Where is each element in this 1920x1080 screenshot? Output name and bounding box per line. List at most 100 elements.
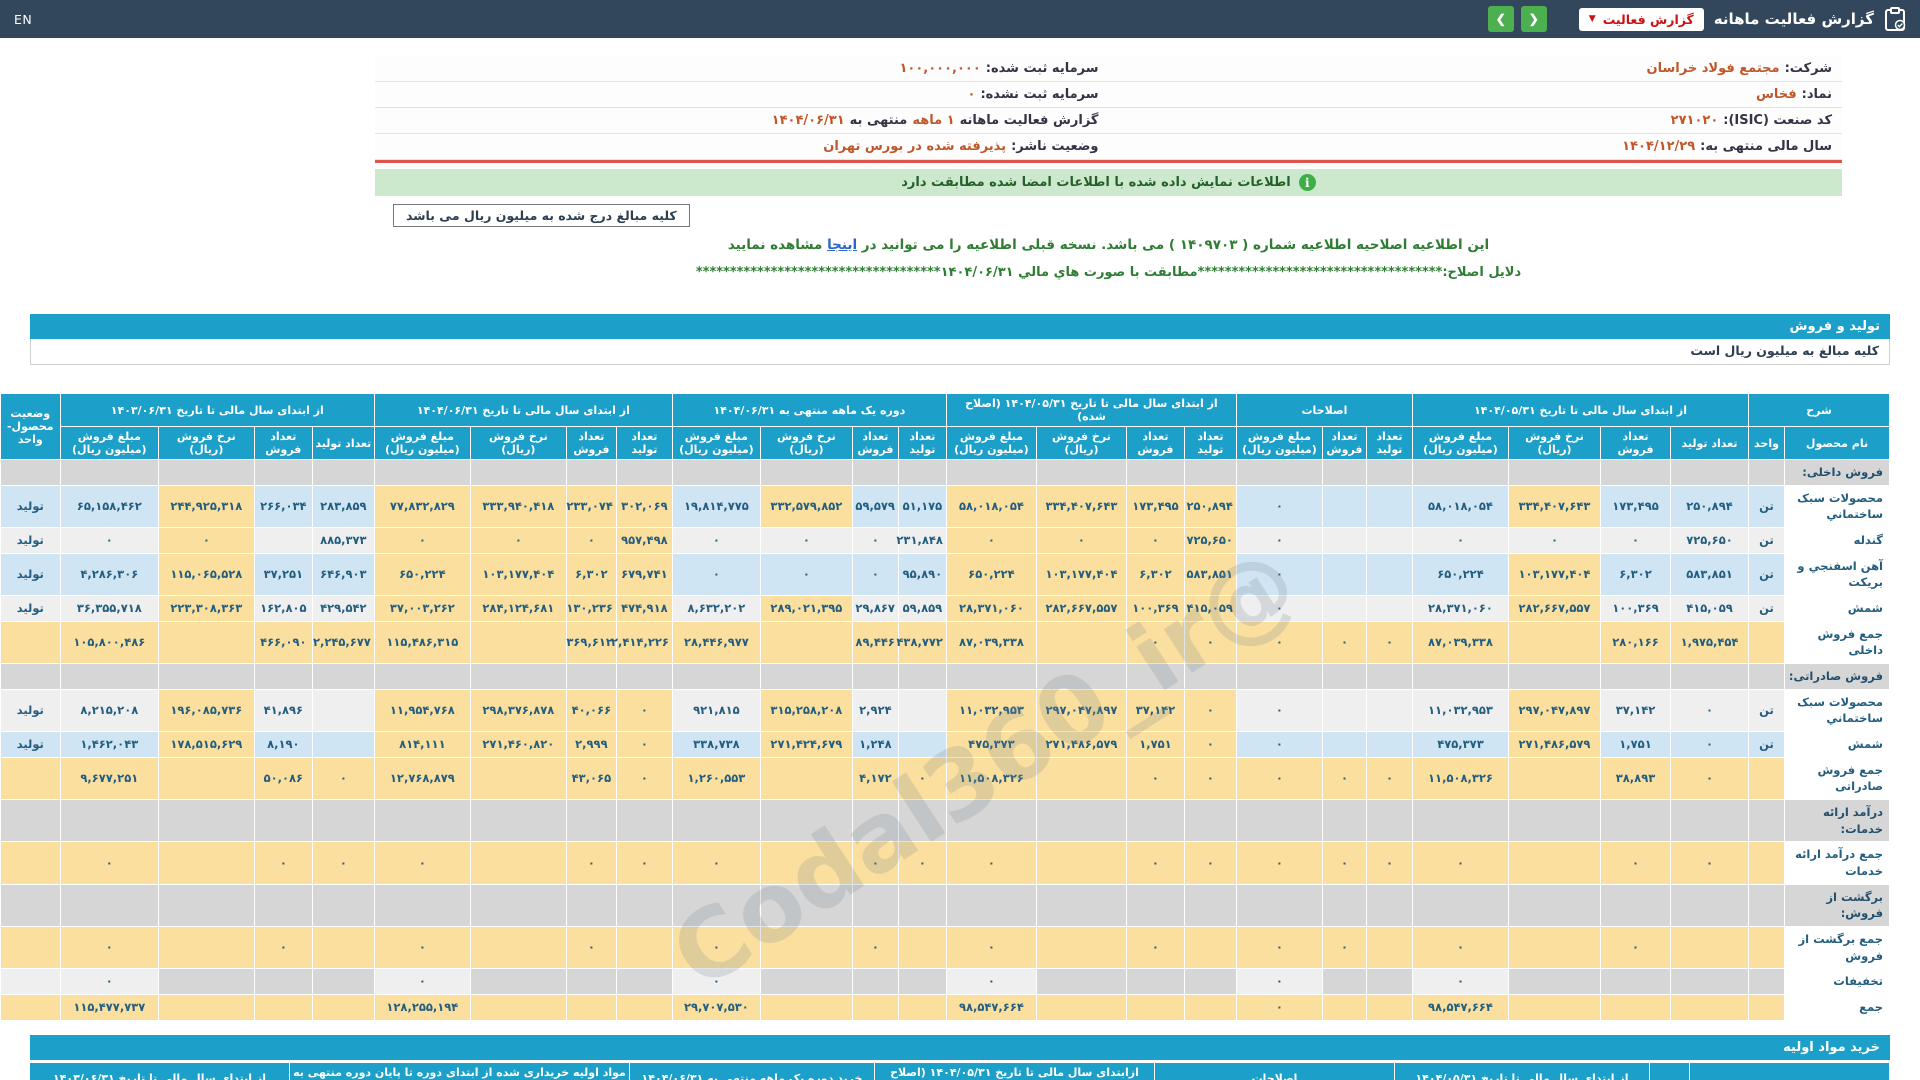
top-navigation-bar: گزارش فعالیت ماهانه گزارش فعالیت ▼ ❮ ❯ E… [0,0,1920,38]
table-cell: ۰ [1411,968,1510,996]
table-cell [1035,968,1127,996]
previous-report-button[interactable]: ❮ [1487,6,1514,32]
amounts-unit-row: کلیه مبالغ به میلیون ریال است [30,339,1890,365]
table-cell: ۲۵۰,۸۹۴ [1670,484,1749,529]
table-cell: ۰ [671,527,761,554]
notice-text: اطلاعات نمایش داده شده با اطلاعات امضا ش… [901,175,1291,190]
table-cell: ۲۲۳,۳۰۸,۳۶۳ [157,595,255,622]
table-cell [1321,552,1367,597]
table-cell [1748,968,1785,996]
table-cell: ۰ [1183,841,1237,885]
amendment-reasons: دلایل اصلاح:****************************… [695,265,1522,280]
info-label: شرکت: [1784,61,1832,76]
table-cell: ۰ [1235,841,1323,885]
table-cell [157,756,255,801]
table-cell [157,663,255,690]
table-cell: ۳۷,۱۴۲ [1125,688,1185,733]
table-cell: ۰ [1183,756,1237,801]
info-value: مجتمع فولاد خراسان [1646,61,1780,76]
report-type-dropdown[interactable]: گزارش فعالیت ▼ [1578,7,1704,31]
table-cell [759,756,853,801]
table-cell: ۰ [1365,620,1413,665]
table-cell [157,620,255,665]
column-header: نرخ فروش (ریال) [1035,426,1127,460]
table-cell [1125,663,1185,690]
table-cell: ۵۸,۰۱۸,۰۵۴ [1411,484,1510,529]
table-cell: ۰ [373,926,471,970]
column-group-header: خرید دوره یک ماهه منتهی به ۱۴۰۴/۰۶/۳۱ [629,1061,875,1080]
info-label: کد صنعت (ISIC): [1723,113,1832,128]
table-cell: ۳۷,۲۵۱ [253,552,313,597]
table-cell: ۰ [671,841,761,885]
table-cell: ۵۹,۵۷۹ [851,484,899,529]
column-group-header: مواد اولیه خریداری شده از ابتدای دوره تا… [289,1061,630,1080]
page-title: گزارش فعالیت ماهانه [1713,10,1874,28]
table-cell [1600,663,1671,690]
table-cell: ۰ [1365,756,1413,801]
section-label: فروش داخلی: [1784,459,1890,486]
table-cell [1748,459,1785,486]
table-cell: تن [1748,527,1785,554]
column-header: مبلغ فروش (میلیون ریال) [1235,426,1323,460]
table-cell [945,799,1037,843]
previous-version-link[interactable]: اینجا [827,237,857,253]
table-cell: ۰ [615,731,673,758]
table-cell: ۰ [1321,756,1367,801]
table-cell: ۰ [851,527,899,554]
table-cell [1235,883,1323,928]
table-cell: ۴۱,۸۹۶ [253,688,313,733]
table-cell [1125,799,1185,843]
table-cell [1183,883,1237,928]
table-cell [1365,688,1413,733]
table-row: آهن اسفنجي و بریکت تن ۵۸۳,۸۵۱ ۶,۳۰۲ ۱۰۳,۱۷۷,… [0,552,1890,597]
table-cell: ۲۹۸,۳۷۶,۸۷۸ [469,688,567,733]
table-cell: ۶,۳۰۲ [1125,552,1185,597]
table-cell [1321,731,1367,758]
table-cell: ۴۱۵,۰۵۹ [1183,595,1237,622]
next-report-button[interactable]: ❯ [1520,6,1547,32]
table-cell [1748,756,1785,801]
table-cell: تن [1748,484,1785,529]
language-switch-link[interactable]: EN [14,12,32,27]
table-cell [0,968,61,996]
info-value: ۱۰۰,۰۰۰,۰۰۰ [899,61,981,76]
table-cell [469,841,567,885]
table-cell: ۰ [311,841,375,885]
table-cell [373,459,471,486]
row-label: شمش [1784,595,1890,622]
table-cell: ۲,۲۴۵,۶۷۷ [311,620,375,665]
table-cell [1670,883,1749,928]
table-cell: ۶۵۰,۲۲۴ [1411,552,1510,597]
table-cell [1365,799,1413,843]
table-cell [253,663,313,690]
table-cell [1508,799,1601,843]
table-cell: ۱۲۸,۲۵۵,۱۹۴ [373,994,471,1021]
table-cell: ۰ [1411,841,1510,885]
table-cell: ۸,۲۱۵,۲۰۸ [59,688,159,733]
table-cell [1035,883,1127,928]
info-label: سرمایه ثبت شده: [985,61,1099,76]
table-cell: ۳۳۸,۷۳۸ [671,731,761,758]
table-cell [1508,620,1601,665]
table-cell: ۲۴۴,۹۲۵,۳۱۸ [157,484,255,529]
table-cell [1321,484,1367,529]
table-cell: ۲۹۷,۰۴۷,۸۹۷ [1035,688,1127,733]
table-cell: ۸۹,۴۴۶ [851,620,899,665]
table-cell [565,663,617,690]
column-header: نرخ فروش (ریال) [1508,426,1601,460]
company-info-row: شرکت: مجتمع فولاد خراسان [1108,56,1842,82]
table-row: محصولات سبک ساختماني تن ۰ ۳۷,۱۴۲ ۲۹۷,۰۴۷,۸۹۷… [0,688,1890,733]
amendment-note-suffix: مشاهده نمایید [727,237,828,253]
column-header: تعداد تولید [1365,426,1413,460]
table-cell: ۰ [1183,688,1237,733]
table-cell [1321,799,1367,843]
table-cell [0,663,61,690]
table-cell [157,926,255,970]
table-cell: ۰ [945,926,1037,970]
table-row: تخفیفات ۰ ۰ ۰ ۰ ۰ ۰ [0,968,1890,996]
table-cell: ۶,۳۰۲ [565,552,617,597]
table-cell [253,527,313,554]
table-cell: ۱۲,۷۶۸,۸۷۹ [373,756,471,801]
table-cell: ۱۱,۹۵۴,۷۶۸ [373,688,471,733]
table-cell [1508,926,1601,970]
